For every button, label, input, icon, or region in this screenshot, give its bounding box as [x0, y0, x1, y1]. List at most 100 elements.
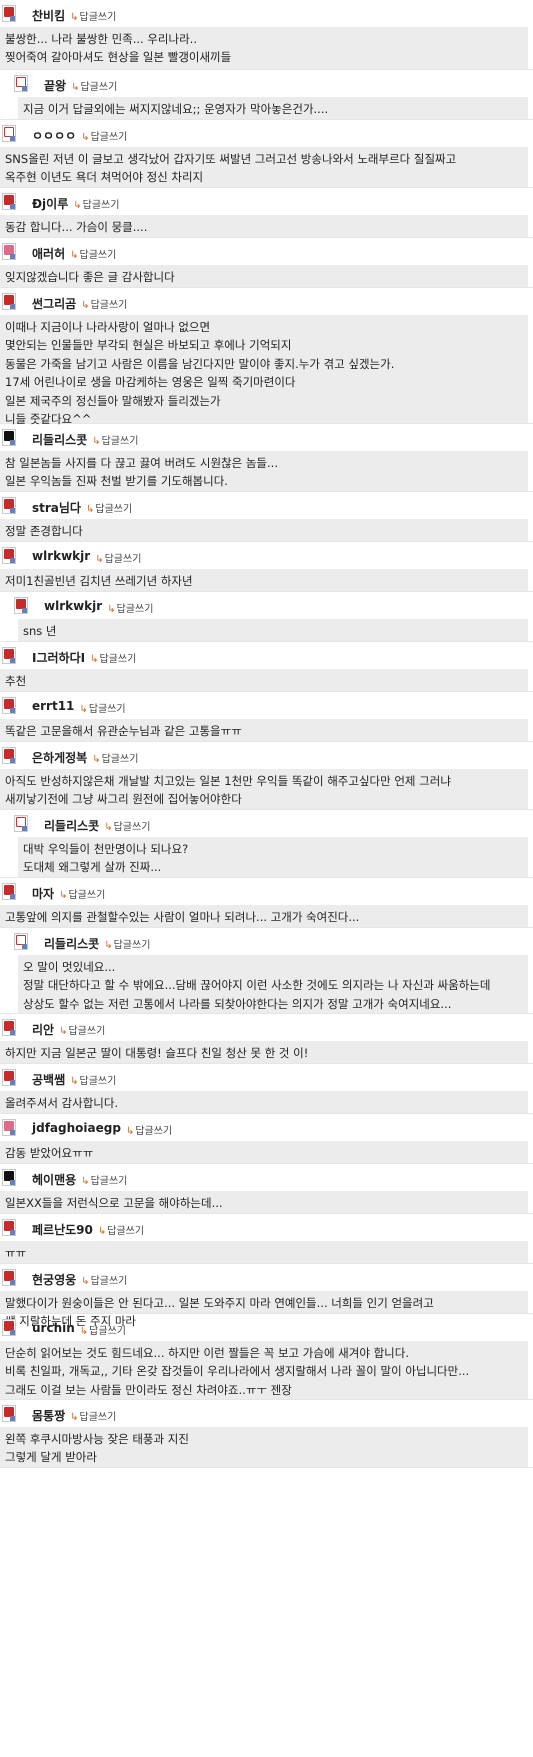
- comment: I그러하다I 답글쓰기추천: [0, 642, 533, 692]
- reply-button[interactable]: 답글쓰기: [70, 8, 117, 23]
- reply-button[interactable]: 답글쓰기: [81, 1272, 128, 1287]
- reply-button[interactable]: 답글쓰기: [71, 78, 117, 93]
- reply-button[interactable]: 답글쓰기: [80, 1322, 126, 1337]
- reply-button[interactable]: 답글쓰기: [79, 700, 126, 715]
- reply-button[interactable]: 답글쓰기: [59, 886, 105, 901]
- comment: urchin 답글쓰기단순히 읽어보는 것도 힘드네요... 하지만 이런 짤들은…: [0, 1314, 533, 1400]
- avatar-icon[interactable]: [2, 1405, 16, 1422]
- comment-author[interactable]: jdfaghoiaegp: [32, 1121, 121, 1135]
- avatar-icon[interactable]: [14, 597, 28, 614]
- comment-author[interactable]: 공백쌤: [32, 1071, 65, 1088]
- reply-button[interactable]: 답글쓰기: [92, 432, 139, 447]
- avatar-icon[interactable]: [2, 1169, 16, 1186]
- comment-author[interactable]: 몸통짱: [32, 1407, 65, 1424]
- reply-button[interactable]: 답글쓰기: [70, 1408, 117, 1423]
- comment-author[interactable]: 현궁영웅: [32, 1271, 76, 1288]
- comment-author[interactable]: 은하게정복: [32, 749, 87, 766]
- avatar-icon[interactable]: [2, 193, 16, 210]
- comment-line: 감동 받았어요ㅠㅠ: [5, 1146, 94, 1160]
- comment-author[interactable]: 찬비킴: [32, 7, 65, 24]
- avatar-icon[interactable]: [2, 697, 16, 714]
- comment-line: 찢어죽여 갈아마셔도 현상을 일본 빨갱이새끼들: [5, 50, 232, 65]
- comment-author[interactable]: 끝왕: [44, 77, 66, 94]
- comment-body: 지금 이거 답글외에는 써지지않네요;; 운영자가 막아놓은건가....: [18, 97, 528, 119]
- comment-author[interactable]: errt11: [32, 699, 74, 713]
- comment-author[interactable]: wlrkwkjr: [44, 599, 102, 613]
- comment-header: jdfaghoiaegp 답글쓰기: [0, 1114, 533, 1141]
- comment-line: 참 일본놈들 사지를 다 끊고 끓여 버려도 시원찮은 놈들...: [5, 456, 278, 470]
- avatar-icon[interactable]: [14, 933, 28, 950]
- reply-button[interactable]: 답글쓰기: [107, 600, 154, 615]
- comment: 몸통짱 답글쓰기왼쪽 후쿠시마방사능 잦은 태풍과 지진그렇게 달게 받아라: [0, 1400, 533, 1468]
- reply-button[interactable]: 답글쓰기: [104, 818, 151, 833]
- comment-line: 비록 친일파, 개독교,, 기타 온갖 잡것들이 우리나라에서 생지랄해서 나라…: [5, 1364, 470, 1379]
- comment-author[interactable]: I그러하다I: [32, 649, 85, 666]
- comment-author[interactable]: 리들리스콧: [44, 817, 99, 834]
- reply-button[interactable]: 답글쓰기: [126, 1122, 172, 1137]
- avatar-icon[interactable]: [14, 815, 28, 832]
- comment-author[interactable]: urchin: [32, 1321, 75, 1335]
- avatar-icon[interactable]: [2, 293, 16, 310]
- level-badge-icon: [10, 558, 15, 563]
- comment-header: 공백쌤 답글쓰기: [0, 1064, 533, 1091]
- comment-body: 감동 받았어요ㅠㅠ: [0, 1141, 528, 1163]
- comment-author[interactable]: 애러허: [32, 245, 65, 262]
- comment-header: urchin 답글쓰기: [0, 1314, 533, 1341]
- comment-author[interactable]: 리들리스콧: [44, 935, 99, 952]
- avatar-icon[interactable]: [2, 1119, 16, 1136]
- avatar-icon[interactable]: [14, 75, 28, 92]
- comment-header: 애러허 답글쓰기: [0, 238, 533, 265]
- comment-line: 올려주셔서 감사합니다.: [5, 1096, 119, 1110]
- comment: ㅇㅇㅇㅇ 답글쓰기 SNS올린 저년 이 글보고 생각났어 갑자기또 써발년 그러고…: [0, 120, 533, 188]
- comment-author[interactable]: wlrkwkjr: [32, 549, 90, 563]
- comment-line: 추천: [5, 674, 27, 688]
- comment-author[interactable]: 페르난도90: [32, 1221, 93, 1238]
- comment-body: 참 일본놈들 사지를 다 끊고 끓여 버려도 시원찮은 놈들... 일본 우익놈들…: [0, 451, 528, 491]
- reply-button[interactable]: 답글쓰기: [98, 1222, 144, 1237]
- avatar-icon[interactable]: [2, 747, 16, 764]
- avatar-icon[interactable]: [2, 1319, 16, 1336]
- comment-line: 옥주현 이년도 욕더 쳐먹어야 정신 차리지: [5, 170, 204, 185]
- comment-author[interactable]: 썬그리곰: [32, 295, 76, 312]
- comment-body: 오 말이 멋있네요... 정말 대단하다고 할 수 밖에요...담배 끊어야지 이…: [18, 955, 528, 1013]
- reply-button[interactable]: 답글쓰기: [104, 936, 151, 951]
- reply-button[interactable]: 답글쓰기: [59, 1022, 105, 1037]
- comment-author[interactable]: 리들리스콧: [32, 431, 87, 448]
- reply-button[interactable]: 답글쓰기: [95, 550, 142, 565]
- comment-author[interactable]: ㅇㅇㅇㅇ: [32, 127, 76, 144]
- reply-button[interactable]: 답글쓰기: [81, 1172, 128, 1187]
- avatar-icon[interactable]: [2, 1219, 16, 1236]
- avatar-icon[interactable]: [2, 1069, 16, 1086]
- avatar-icon[interactable]: [2, 5, 16, 22]
- avatar-icon[interactable]: [2, 125, 16, 142]
- avatar-icon[interactable]: [2, 883, 16, 900]
- comment-author[interactable]: 마자: [32, 885, 54, 902]
- comment-line: 상상도 할수 없는 저런 고통에서 나라를 되찾아야한다는 의지가 정말 고개가…: [23, 996, 452, 1011]
- reply-button[interactable]: 답글쓰기: [81, 296, 128, 311]
- reply-button[interactable]: 답글쓰기: [92, 750, 139, 765]
- comment-author[interactable]: 헤이맨용: [32, 1171, 76, 1188]
- reply-button[interactable]: 답글쓰기: [86, 500, 132, 515]
- comment-header: 끝왕 답글쓰기: [0, 70, 533, 97]
- avatar-icon[interactable]: [2, 243, 16, 260]
- comment-line: SNS올린 저년 이 글보고 생각났어 갑자기또 써발년 그러고선 방송나와서 …: [5, 152, 457, 166]
- reply-button[interactable]: 답글쓰기: [70, 1072, 117, 1087]
- avatar-icon[interactable]: [2, 547, 16, 564]
- comment: 헤이맨용 답글쓰기일본XX들을 저런식으로 고문을 해야하는데...: [0, 1164, 533, 1214]
- avatar-icon[interactable]: [2, 497, 16, 514]
- comment-author[interactable]: stra님다: [32, 499, 81, 516]
- comment-body: 똑같은 고문을해서 유관순누님과 같은 고통을ㅠㅠ: [0, 719, 528, 741]
- comment-line: 말했다이가 원숭이들은 안 된다고... 일본 도와주지 마라 연예인들... …: [5, 1296, 434, 1310]
- avatar-icon[interactable]: [2, 1269, 16, 1286]
- comment-author[interactable]: 리안: [32, 1021, 54, 1038]
- avatar-icon[interactable]: [2, 647, 16, 664]
- avatar-icon[interactable]: [2, 429, 16, 446]
- comment-author[interactable]: Ðj이루: [32, 195, 68, 212]
- reply-button[interactable]: 답글쓰기: [73, 196, 120, 211]
- comment-line: 일본XX들을 저런식으로 고문을 해야하는데...: [5, 1196, 223, 1210]
- reply-button[interactable]: 답글쓰기: [90, 650, 136, 665]
- reply-button[interactable]: 답글쓰기: [81, 128, 128, 143]
- reply-button[interactable]: 답글쓰기: [70, 246, 117, 261]
- avatar-icon[interactable]: [2, 1019, 16, 1036]
- comment-line: 정말 존경합니다: [5, 524, 83, 538]
